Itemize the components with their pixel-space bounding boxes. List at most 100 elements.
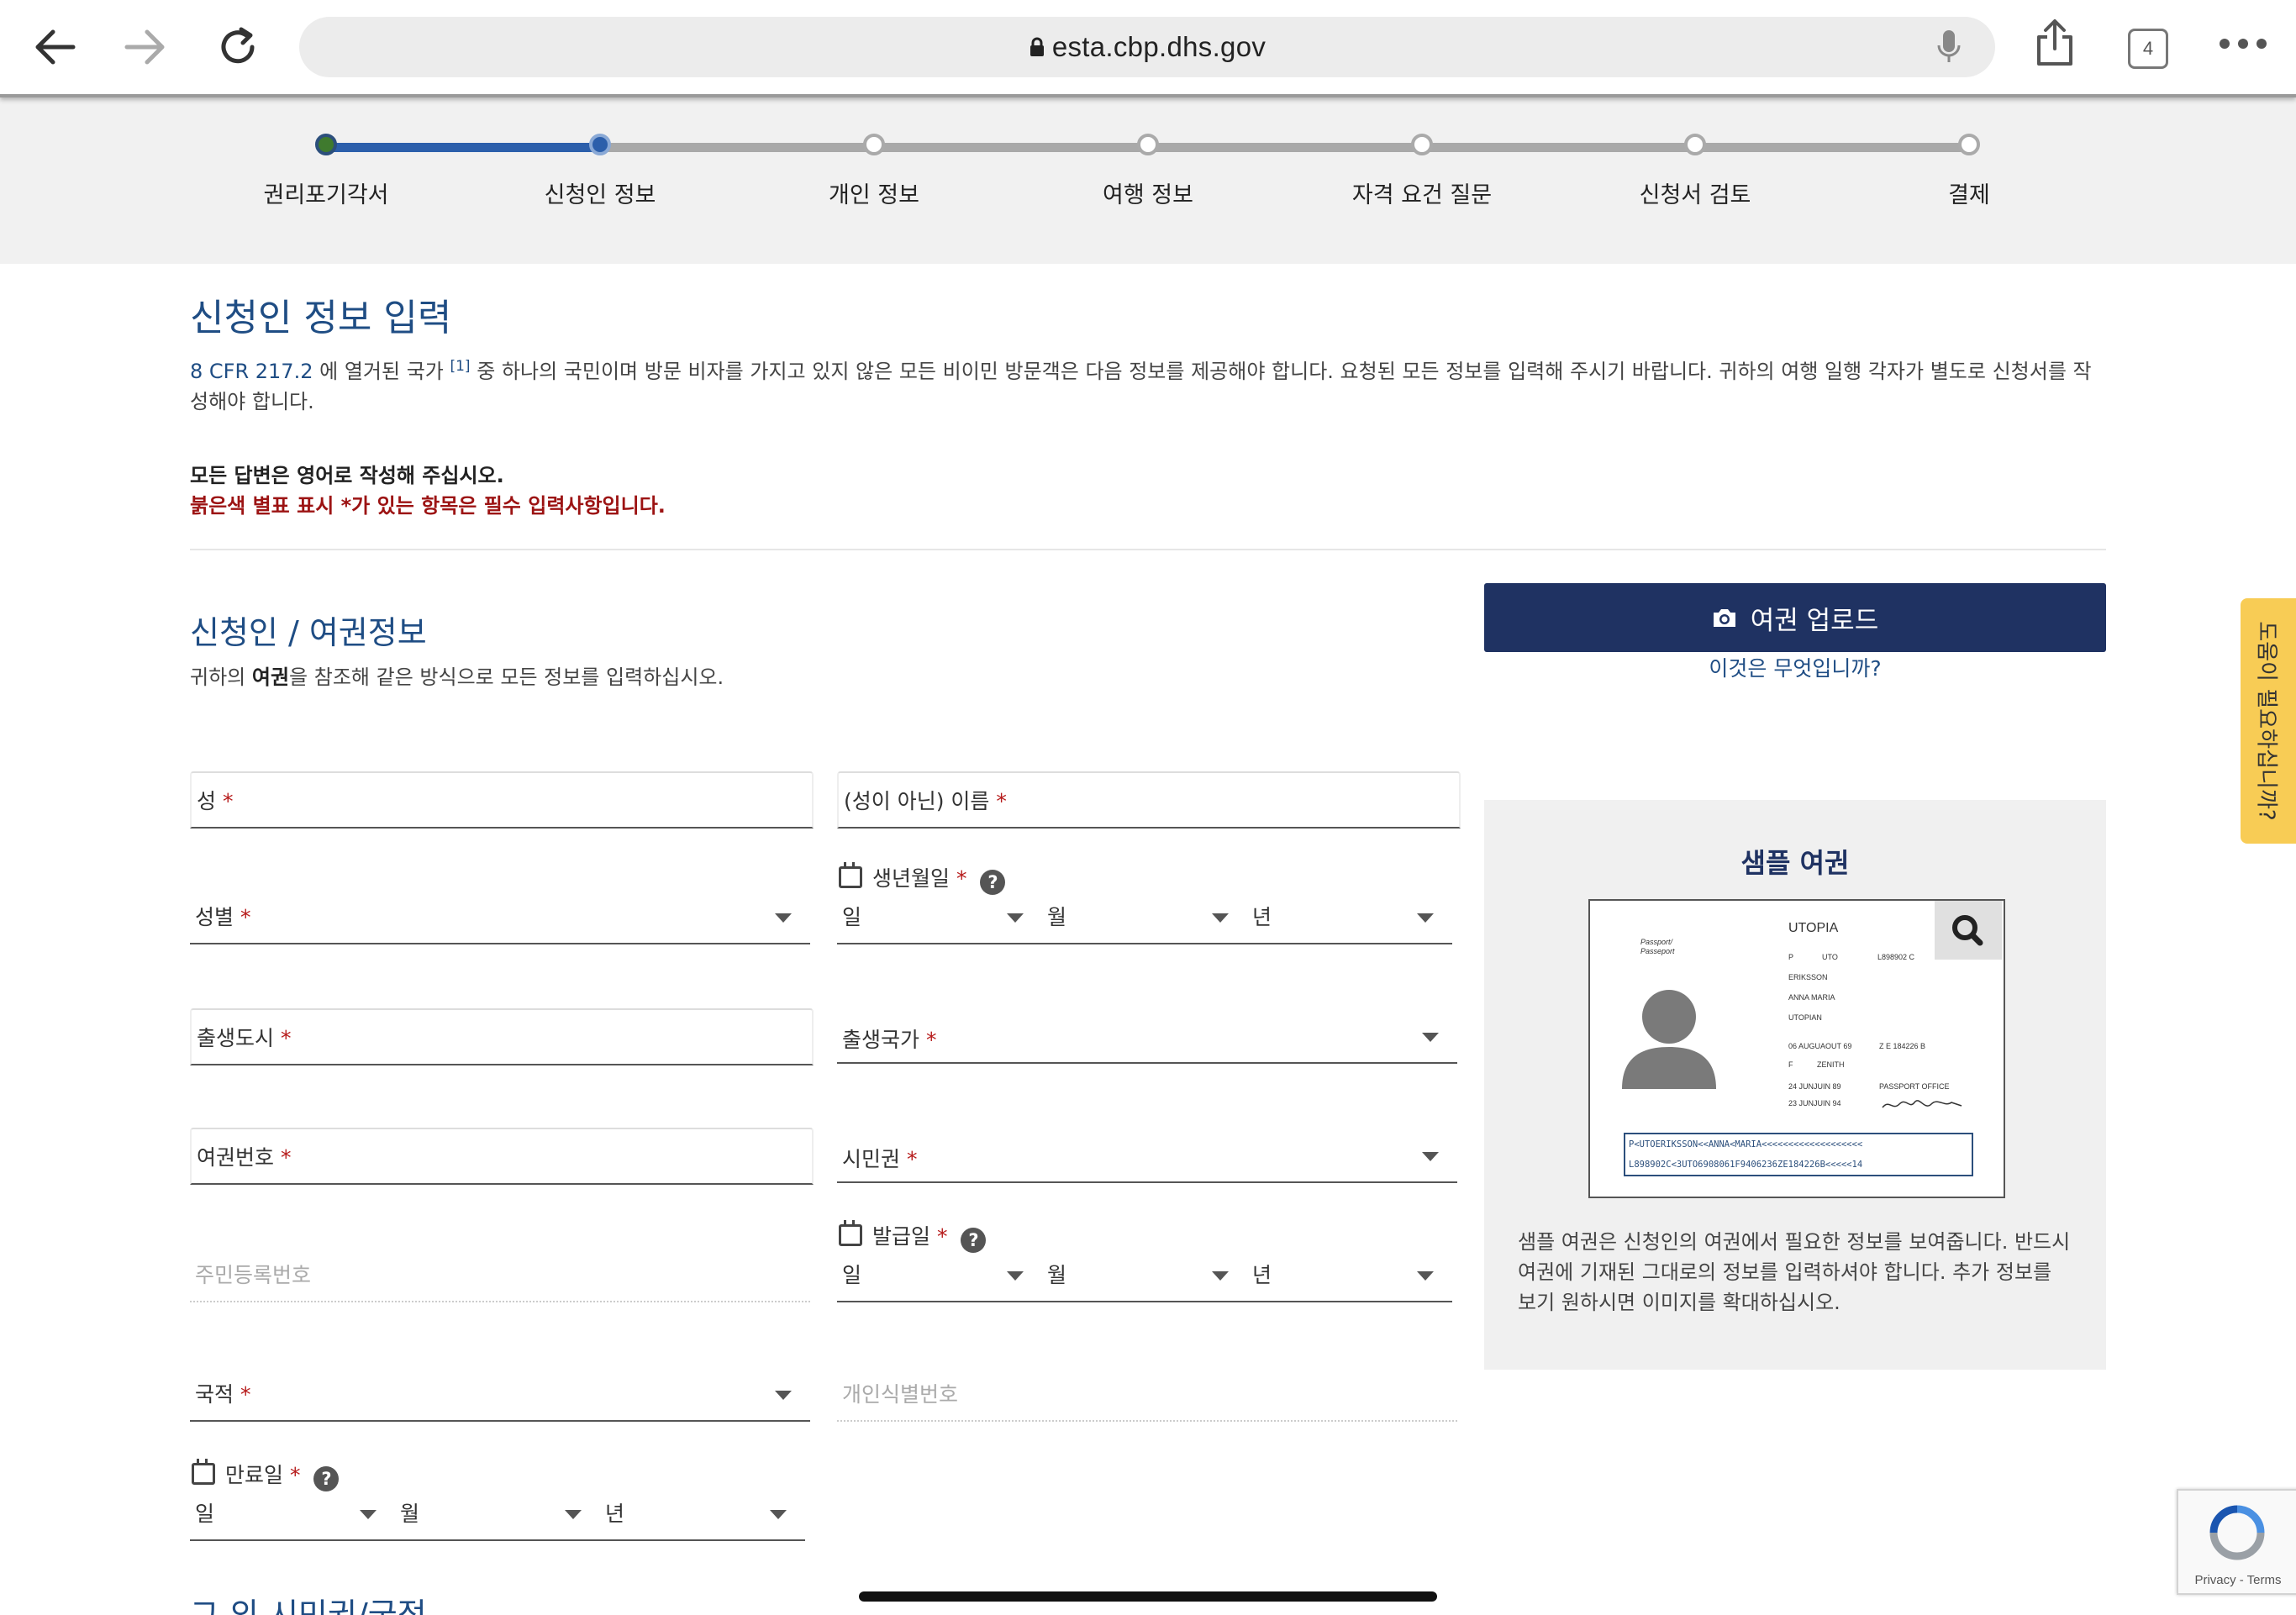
dob-year-select[interactable]: 년: [1247, 889, 1452, 943]
year-label: 년: [1252, 1263, 1272, 1287]
dob-select-group: 일 월 년: [837, 889, 1452, 944]
given-name-field[interactable]: (성이 아닌) 이름 *: [837, 771, 1461, 829]
upload-button-label: 여권 업로드: [1750, 605, 1879, 636]
more-menu-button[interactable]: [2219, 37, 2267, 53]
passport-surname: ERIKSSON: [1788, 973, 1828, 981]
surname-label: 성: [197, 789, 217, 813]
chevron-down-icon: [360, 1510, 377, 1519]
national-id-field[interactable]: 주민등록번호: [190, 1247, 810, 1302]
signature-icon: [1882, 1100, 1962, 1108]
upload-passport-button[interactable]: 여권 업로드: [1484, 583, 2106, 652]
step-label-payment: 결제: [1948, 182, 1990, 208]
passport-personal-no: Z E 184226 B: [1879, 1042, 1926, 1050]
page-title: 신청인 정보 입력: [190, 297, 452, 339]
required-note: 붉은색 별표 표시 *가 있는 항목은 필수 입력사항입니다.: [190, 494, 666, 518]
passport-number-label: 여권번호: [197, 1145, 275, 1170]
share-button[interactable]: [2034, 18, 2076, 71]
birth-country-select[interactable]: 출생국가 *: [837, 1008, 1457, 1064]
back-arrow-icon: [35, 29, 76, 65]
recaptcha-links[interactable]: Privacy - Terms: [2178, 1573, 2296, 1587]
tabs-button[interactable]: 4: [2128, 29, 2168, 69]
passport-authority: PASSPORT OFFICE: [1879, 1082, 1950, 1091]
help-tab[interactable]: 도움이 필요하십니까?: [2241, 598, 2296, 844]
passport-country: UTOPIA: [1788, 921, 1839, 935]
citizenship-label: 시민권: [842, 1147, 901, 1171]
step-dot-1: [315, 134, 337, 155]
required-mark: *: [240, 1382, 251, 1407]
progress-track-completed: [326, 143, 600, 152]
required-mark: *: [280, 1145, 292, 1170]
forward-button[interactable]: [108, 15, 183, 79]
chevron-down-icon: [1422, 1152, 1439, 1161]
surname-field[interactable]: 성 *: [190, 771, 814, 829]
issue-date-select-group: 일 월 년: [837, 1247, 1452, 1302]
passport-code: UTO: [1822, 953, 1838, 961]
expiry-date-select-group: 일 월 년: [190, 1486, 805, 1541]
day-label: 일: [842, 1263, 862, 1287]
chevron-down-icon: [1417, 913, 1434, 923]
cfr-link[interactable]: 8 CFR 217.2: [190, 360, 313, 383]
birth-city-field[interactable]: 출생도시 *: [190, 1008, 814, 1065]
required-mark: *: [996, 789, 1007, 813]
nationality-label: 국적: [195, 1382, 234, 1407]
help-tab-label: 도움이 필요하십니까?: [2253, 621, 2279, 821]
chevron-down-icon: [770, 1510, 787, 1519]
step-label-waiver: 권리포기각서: [263, 182, 389, 208]
step-label-review: 신청서 검토: [1639, 182, 1751, 208]
recaptcha-badge[interactable]: Privacy - Terms: [2177, 1489, 2296, 1595]
expiry-month-select[interactable]: 월: [395, 1486, 600, 1539]
chevron-down-icon: [775, 1391, 792, 1400]
issue-year-select[interactable]: 년: [1247, 1247, 1452, 1301]
address-bar[interactable]: esta.cbp.dhs.gov: [299, 17, 1995, 77]
chevron-down-icon: [1417, 1271, 1434, 1281]
intro-text: 중 하나의 국민이며 방문 비자를 가지고 있지 않은 모든 비이민 방문객은 …: [190, 360, 2092, 413]
chevron-down-icon: [1007, 913, 1024, 923]
passport-place-of-birth: ZENITH: [1817, 1060, 1845, 1069]
section-description: 귀하의 여권을 참조해 같은 방식으로 모든 정보를 입력하십시오.: [190, 662, 724, 692]
sample-passport-image[interactable]: UTOPIA Passport/ Passeport P UTO L898902…: [1588, 899, 2005, 1198]
given-name-label: (성이 아닌) 이름: [844, 789, 990, 813]
sample-title: 샘플 여권: [1740, 847, 1850, 879]
required-mark: *: [956, 866, 967, 891]
english-note: 모든 답변은 영어로 작성해 주십시오.: [190, 464, 504, 487]
magnifier-icon: [1952, 915, 1983, 946]
next-section-clip: 그 외 시민권/국적: [190, 1595, 694, 1615]
gender-select[interactable]: 성별 *: [190, 889, 810, 944]
zoom-button[interactable]: [1935, 901, 2002, 960]
camera-icon: [1713, 609, 1735, 627]
step-dot-7: [1958, 134, 1980, 155]
expiry-day-select[interactable]: 일: [190, 1486, 395, 1539]
passport-number-field[interactable]: 여권번호 *: [190, 1128, 814, 1185]
passport-number: L898902 C: [1877, 953, 1915, 961]
step-dot-6: [1684, 134, 1706, 155]
home-indicator: [859, 1591, 1437, 1602]
next-section-title: 그 외 시민권/국적: [190, 1597, 427, 1615]
expiry-year-select[interactable]: 년: [600, 1486, 805, 1539]
reload-button[interactable]: [200, 15, 276, 79]
nationality-select[interactable]: 국적 *: [190, 1366, 810, 1422]
divider: [190, 549, 2106, 550]
passport-issue: 24 JUNJUIN 89: [1788, 1082, 1841, 1091]
citizenship-select[interactable]: 시민권 *: [837, 1128, 1457, 1183]
dob-label-text: 생년월일: [872, 866, 951, 891]
month-label: 월: [400, 1502, 420, 1526]
microphone-icon[interactable]: [1936, 29, 1962, 66]
required-mark: *: [936, 1224, 948, 1249]
chevron-down-icon: [775, 913, 792, 923]
footnote-link[interactable]: [1]: [450, 358, 470, 375]
dob-month-select[interactable]: 월: [1042, 889, 1247, 943]
issue-day-select[interactable]: 일: [837, 1247, 1042, 1301]
chevron-down-icon: [1422, 1033, 1439, 1042]
chevron-down-icon: [1007, 1271, 1024, 1281]
what-is-this-link[interactable]: 이것은 무엇입니까?: [1484, 652, 2106, 682]
personal-id-field[interactable]: 개인식별번호: [837, 1366, 1457, 1422]
share-icon: [2037, 19, 2072, 66]
dob-day-select[interactable]: 일: [837, 889, 1042, 943]
passport-mrz: P<UTOERIKSSON<<ANNA<MARIA<<<<<<<<<<<<<<<…: [1624, 1133, 1973, 1176]
personal-id-label: 개인식별번호: [842, 1382, 959, 1407]
step-dot-5: [1411, 134, 1433, 155]
step-label-eligibility: 자격 요건 질문: [1351, 182, 1493, 208]
step-label-travel: 여행 정보: [1103, 182, 1193, 208]
issue-month-select[interactable]: 월: [1042, 1247, 1247, 1301]
back-button[interactable]: [17, 15, 92, 79]
